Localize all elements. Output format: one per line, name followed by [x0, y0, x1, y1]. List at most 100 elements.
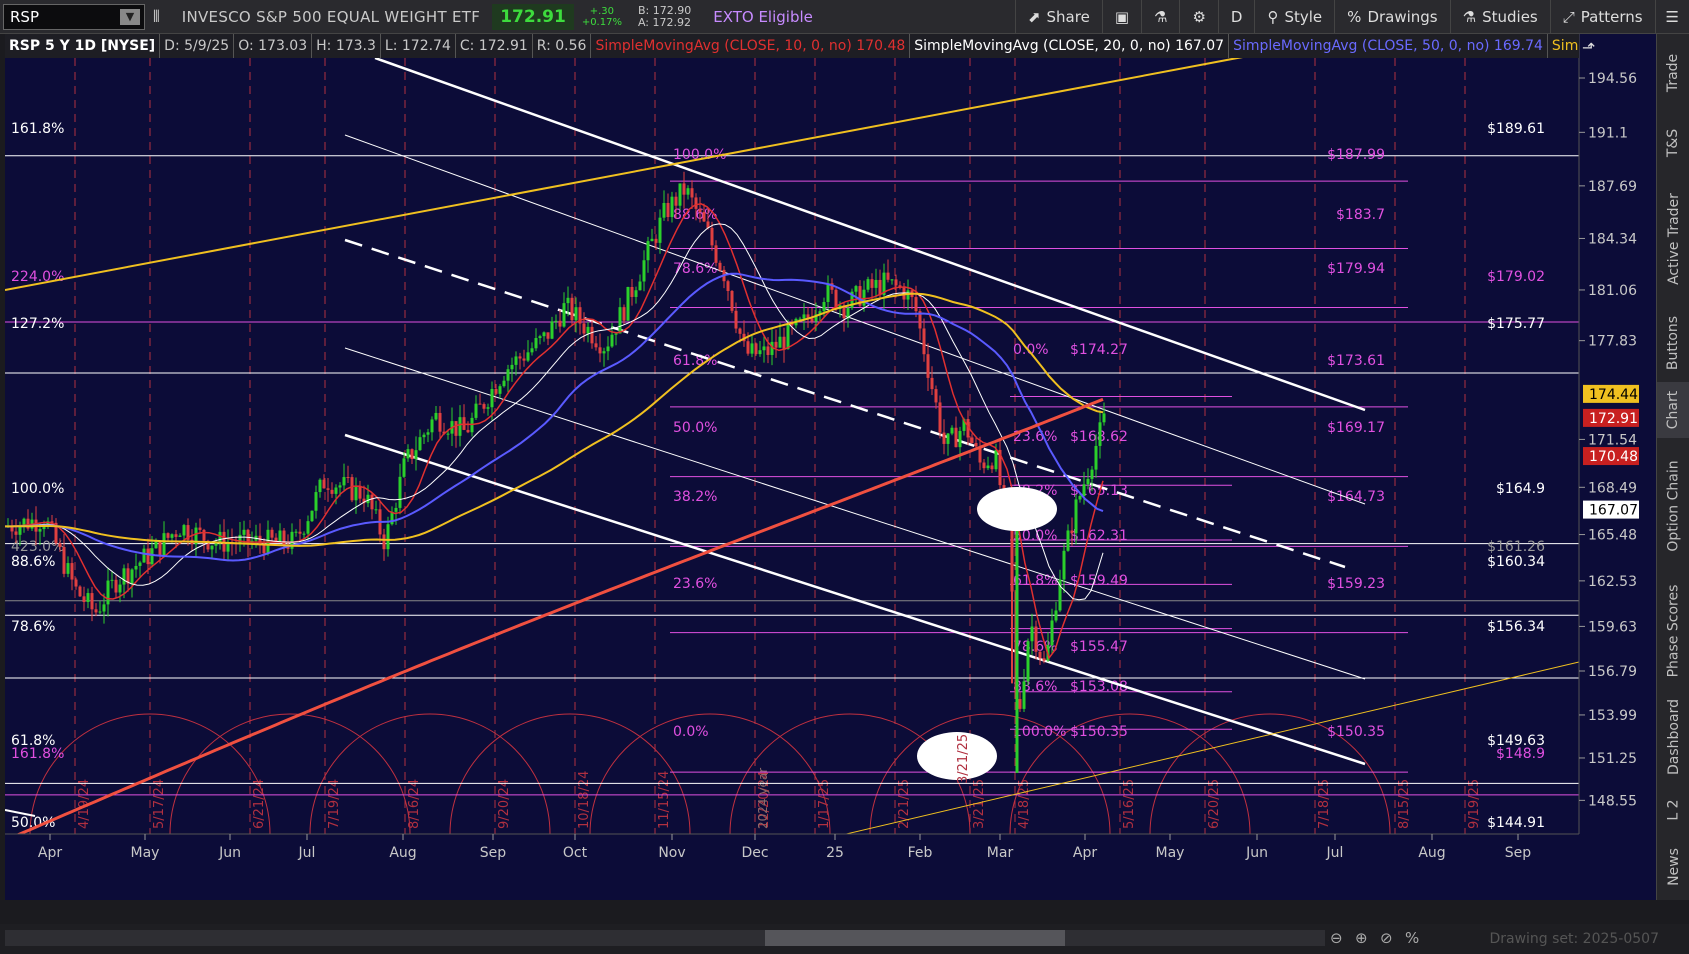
- chevron-down-icon[interactable]: ▼: [120, 8, 140, 25]
- drawings-button[interactable]: % Drawings: [1334, 0, 1449, 34]
- candle-body: [506, 369, 510, 381]
- zoom-in-icon[interactable]: ⊕: [1355, 929, 1368, 947]
- bid-value: B: 172.90: [637, 3, 692, 17]
- candle-body: [766, 346, 770, 355]
- reset-zoom-icon[interactable]: ⊘: [1380, 929, 1393, 947]
- fib-left-label: 161.8%: [11, 121, 64, 137]
- patterns-button[interactable]: ⤢ Patterns: [1549, 0, 1655, 34]
- price-tick-label: 181.06: [1588, 283, 1637, 299]
- change-value: +.30: [589, 5, 615, 17]
- fib-left-label: 161.8%: [11, 746, 64, 762]
- cycle-date-label: 4/18/25: [1017, 779, 1032, 829]
- candle-body: [74, 579, 78, 587]
- link-icon[interactable]: ⫴: [145, 7, 168, 27]
- sma10-legend[interactable]: SimpleMovingAvg (CLOSE, 10, 0, no) 170.4…: [591, 34, 911, 58]
- cycle-date-label: 5/16/25: [1122, 779, 1137, 829]
- candle-body: [398, 476, 402, 508]
- sma100-line: [5, 292, 1104, 547]
- pane-expand-icon[interactable]: ⬏: [1582, 38, 1595, 57]
- time-axis-bg: [5, 834, 1656, 900]
- time-tick-label: May: [131, 845, 160, 861]
- style-button[interactable]: ⚲ Style: [1254, 0, 1334, 34]
- symbol-selector[interactable]: RSP ▼: [3, 3, 145, 30]
- price-change: +.30 +0.17%: [574, 6, 630, 28]
- chart-settings-button[interactable]: ▣: [1101, 0, 1141, 34]
- candle-body: [278, 530, 282, 542]
- side-tab-news[interactable]: News: [1657, 834, 1689, 900]
- candle-body: [938, 402, 942, 433]
- side-tab-label: Buttons: [1665, 315, 1682, 371]
- candle-body: [386, 524, 390, 550]
- candle-body: [650, 238, 654, 242]
- price-marker-label: 172.91: [1589, 411, 1638, 427]
- side-tab-t-s[interactable]: T&S: [1657, 112, 1689, 174]
- price-chart[interactable]: RSP 5 Y 1D [NYSE] D: 5/9/25 O: 173.03 H:…: [5, 34, 1656, 900]
- horizontal-scrollbar[interactable]: [5, 930, 1325, 946]
- percent-scale-icon[interactable]: %: [1405, 929, 1419, 947]
- candle-body: [874, 279, 878, 288]
- fib-left-price: $156.34: [1487, 619, 1545, 635]
- candle-body: [482, 404, 486, 409]
- fib-mid-price: $179.94: [1327, 261, 1385, 277]
- candle-body: [490, 388, 494, 408]
- price-tick-label: 153.99: [1588, 708, 1637, 724]
- candle-body: [1026, 641, 1030, 682]
- candle-body: [586, 326, 590, 334]
- side-tab-trade[interactable]: Trade: [1657, 34, 1689, 112]
- sma20-legend[interactable]: SimpleMovingAvg (CLOSE, 20, 0, no) 167.0…: [910, 34, 1230, 58]
- settings-button[interactable]: ⚙: [1179, 0, 1217, 34]
- candle-body: [542, 332, 546, 337]
- sma50-legend[interactable]: SimpleMovingAvg (CLOSE, 50, 0, no) 169.7…: [1229, 34, 1548, 58]
- candle-body: [210, 545, 214, 550]
- candle-body: [346, 477, 350, 479]
- fib-small-label: 100.0%: [1013, 724, 1066, 740]
- flask-icon: ⚗: [1154, 7, 1168, 26]
- side-tab-chart[interactable]: Chart: [1657, 382, 1689, 438]
- zoom-out-icon[interactable]: ⊖: [1330, 929, 1343, 947]
- candle-body: [78, 586, 82, 597]
- candles-group: [6, 171, 1106, 713]
- flask-button[interactable]: ⚗: [1141, 0, 1179, 34]
- side-tab-buttons[interactable]: Buttons: [1657, 304, 1689, 382]
- side-tab-phase-scores[interactable]: Phase Scores: [1657, 574, 1689, 688]
- fib-left-label: 78.6%: [11, 619, 55, 635]
- sma-more-legend[interactable]: Simple...: [1548, 34, 1579, 58]
- candle-body: [662, 202, 666, 218]
- candle-body: [954, 427, 958, 448]
- candle-body: [530, 348, 534, 353]
- side-tab-label: Trade: [1665, 53, 1682, 93]
- candle-body: [566, 297, 570, 304]
- candle-body: [778, 336, 782, 348]
- candle-body: [930, 377, 934, 390]
- sma10-line: [5, 203, 1104, 660]
- scrollbar-thumb[interactable]: [765, 930, 1065, 946]
- fib-mid-label: 78.6%: [673, 261, 717, 277]
- period-button[interactable]: D: [1217, 0, 1255, 34]
- side-tab-l-2[interactable]: L 2: [1657, 786, 1689, 834]
- candle-body: [694, 197, 698, 209]
- candle-body: [382, 534, 386, 550]
- candle-body: [170, 534, 174, 538]
- candle-body: [562, 303, 566, 327]
- side-tab-option-chain[interactable]: Option Chain: [1657, 438, 1689, 574]
- candle-body: [330, 489, 334, 494]
- candle-body: [410, 449, 414, 460]
- trend-channel-inner: [344, 347, 1366, 680]
- candle-body: [306, 521, 310, 534]
- candle-body: [822, 302, 826, 312]
- study-legend-bar: RSP 5 Y 1D [NYSE] D: 5/9/25 O: 173.03 H:…: [5, 34, 1579, 58]
- candle-body: [922, 328, 926, 355]
- side-tab-dashboard[interactable]: Dashboard: [1657, 688, 1689, 786]
- candle-body: [334, 487, 338, 494]
- sma50-line: [5, 272, 1104, 562]
- side-tab-active-trader[interactable]: Active Trader: [1657, 174, 1689, 304]
- candle-body: [326, 488, 330, 490]
- menu-button[interactable]: ☰: [1654, 0, 1689, 34]
- studies-button[interactable]: ⚗ Studies: [1449, 0, 1550, 34]
- bar-open: O: 173.03: [234, 34, 313, 58]
- share-button[interactable]: ⬈ Share: [1014, 0, 1102, 34]
- time-tick-label: Nov: [658, 845, 685, 861]
- camera-icon: ▣: [1114, 7, 1130, 26]
- side-panel-tabs: Trade T&S Active Trader Buttons Chart Option …: [1656, 34, 1689, 900]
- time-tick-label: 25: [826, 845, 844, 861]
